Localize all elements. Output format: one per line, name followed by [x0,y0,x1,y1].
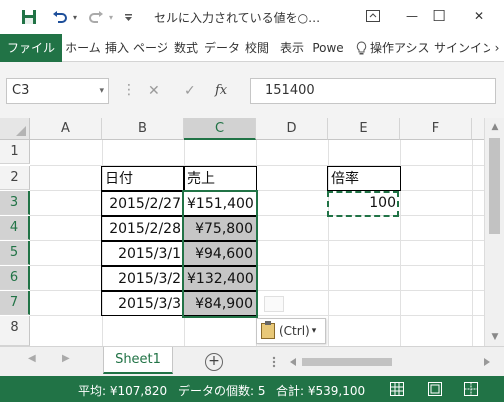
row-header-6[interactable]: 6 [0,266,30,290]
sheet-next-icon[interactable]: ▶ [62,353,70,364]
redo-icon[interactable] [86,6,106,28]
ribbon-display-icon[interactable] [358,4,388,28]
cell-c3[interactable]: ¥151,400 [183,191,257,216]
worksheet-grid[interactable]: A B C D E F 1 2 3 4 5 6 7 8 日付 売上 倍率 201… [0,118,484,346]
tab-power[interactable]: Powe [311,34,345,62]
page-break-view-icon[interactable] [464,382,478,396]
tab-page-layout[interactable]: ページ [133,34,167,62]
select-all-button[interactable] [0,118,30,140]
tell-me-search[interactable]: 操作アシス [370,34,432,62]
cell-c5[interactable]: ¥94,600 [183,241,257,266]
column-header-c[interactable]: C [184,118,256,140]
restore-button[interactable]: ☐ [424,4,454,28]
formula-bar-grip-icon: ⋮ [122,82,136,98]
save-icon[interactable] [18,6,40,28]
redo-dropdown-icon[interactable]: ▾ [106,6,116,28]
tab-review[interactable]: 校閲 [242,34,272,62]
cell-c7[interactable]: ¥84,900 [183,291,257,316]
undo-dropdown-icon[interactable]: ▾ [70,6,80,28]
cell-b6[interactable]: 2015/3/2 [101,266,185,291]
ribbon-tabs: ファイル ホーム 挿入 ページ 数式 データ 校閲 表示 Powe 操作アシス … [0,34,504,62]
name-box-value: C3 [12,83,30,98]
ribbon-more-icon[interactable]: › [490,34,504,62]
paste-options-label: (Ctrl) [279,324,310,338]
cell-b2[interactable]: 日付 [101,166,185,191]
status-count: データの個数: 5 [178,384,266,398]
row-header-8[interactable]: 8 [0,316,30,346]
lightbulb-icon[interactable] [353,34,369,62]
vertical-scrollbar[interactable]: ▲ ▼ [484,118,504,346]
minimize-button[interactable]: — [397,4,427,28]
name-box[interactable]: C3 ▾ [6,78,109,104]
status-average: 平均: ¥107,820 [78,384,168,398]
add-sheet-icon[interactable]: + [205,353,223,371]
row-header-5[interactable]: 5 [0,241,30,265]
column-header-g-partial[interactable] [472,118,484,140]
tab-data[interactable]: データ [204,34,240,62]
sheet-prev-icon[interactable]: ◀ [28,353,36,364]
undo-icon[interactable] [50,6,70,28]
cell-c2[interactable]: 売上 [183,166,257,191]
cell-b5[interactable]: 2015/3/1 [101,241,185,266]
column-header-a[interactable]: A [30,118,102,140]
column-header-d[interactable]: D [256,118,328,140]
window-title: セルに入力されている値を○… [154,11,321,25]
name-box-dropdown-icon[interactable]: ▾ [99,79,104,103]
cell-b3[interactable]: 2015/2/27 [101,191,185,216]
row-header-3[interactable]: 3 [0,191,30,215]
cell-c6[interactable]: ¥132,400 [183,266,257,291]
page-layout-icon[interactable] [428,382,442,396]
customize-qat-icon[interactable] [122,6,134,28]
tab-file[interactable]: ファイル [0,34,62,62]
title-bar: ▾ ▾ セルに入力されている値を○… — ☐ ✕ [0,0,504,34]
formula-bar: C3 ▾ ⋮ ✕ ✓ fx 151400 [0,62,504,118]
scroll-thumb[interactable] [489,138,500,234]
horizontal-scrollbar[interactable] [268,356,498,368]
cell-e3[interactable]: 100 [327,191,399,216]
confirm-entry-icon[interactable]: ✓ [184,78,196,104]
status-sum: 合計: ¥539,100 [276,384,366,398]
paste-options-dropdown-icon: ▾ [311,326,317,336]
row-header-4[interactable]: 4 [0,216,30,240]
cell-b7[interactable]: 2015/3/3 [101,291,185,316]
paste-options-button[interactable]: (Ctrl) ▾ [256,318,326,344]
formula-input[interactable]: 151400 [250,78,496,104]
sheet-tab-sheet1[interactable]: Sheet1 [103,347,173,374]
signin-link[interactable]: サインイン [434,34,490,62]
column-header-e[interactable]: E [328,118,400,140]
tab-formulas[interactable]: 数式 [170,34,202,62]
tab-home[interactable]: ホーム [64,34,102,62]
paste-clipboard-icon [261,321,275,339]
row-header-7[interactable]: 7 [0,291,30,315]
normal-view-icon[interactable] [390,382,404,396]
scroll-up-icon[interactable]: ▲ [485,118,504,136]
column-header-b[interactable]: B [102,118,184,140]
quick-analysis-icon[interactable] [264,296,284,312]
scroll-down-icon[interactable]: ▼ [485,328,504,346]
cell-c4[interactable]: ¥75,800 [183,216,257,241]
status-bar: 平均: ¥107,820 データの個数: 5 合計: ¥539,100 [0,376,504,402]
column-header-f[interactable]: F [400,118,472,140]
row-header-1[interactable]: 1 [0,140,30,164]
insert-function-icon[interactable]: fx [215,78,227,104]
cancel-entry-icon[interactable]: ✕ [148,78,160,104]
tab-view[interactable]: 表示 [276,34,308,62]
tab-insert[interactable]: 挿入 [102,34,132,62]
row-header-2[interactable]: 2 [0,166,30,190]
cell-e2[interactable]: 倍率 [327,166,401,191]
close-button[interactable]: ✕ [464,4,494,28]
cell-b4[interactable]: 2015/2/28 [101,216,185,241]
sheet-tab-bar: ◀ ▶ Sheet1 + [0,346,504,376]
